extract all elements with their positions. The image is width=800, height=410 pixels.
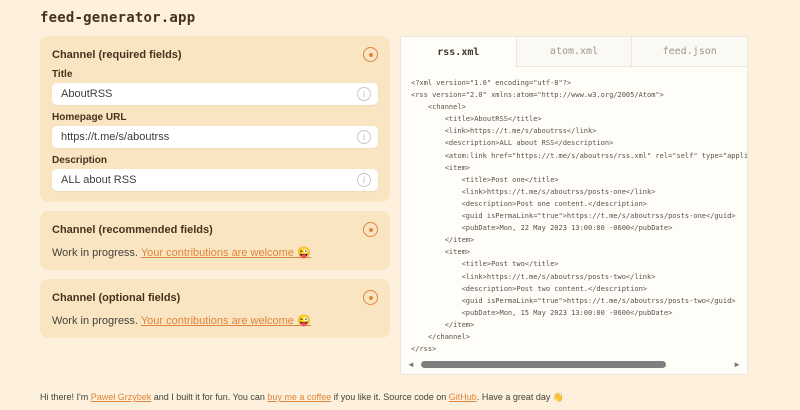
app-title: feed-generator.app bbox=[40, 10, 195, 26]
contributions-link[interactable]: Your contributions are welcome 😜 bbox=[141, 247, 311, 259]
scroll-left-icon[interactable]: ◄ bbox=[407, 361, 415, 369]
toggle-dot bbox=[369, 296, 373, 300]
wip-text: Work in progress. bbox=[52, 315, 138, 327]
field-title: Title i bbox=[52, 69, 378, 105]
footer-text: and I built it for fun. You can bbox=[151, 392, 267, 402]
input-wrap: i bbox=[52, 83, 378, 105]
field-label: Homepage URL bbox=[52, 112, 378, 123]
tab-feed-json[interactable]: feed.json bbox=[631, 37, 747, 67]
tab-atom-xml[interactable]: atom.xml bbox=[516, 37, 632, 67]
collapse-toggle-icon[interactable] bbox=[363, 222, 378, 237]
input-wrap: i bbox=[52, 126, 378, 148]
field-label: Title bbox=[52, 69, 378, 80]
github-link[interactable]: GitHub bbox=[449, 392, 477, 402]
description-input[interactable] bbox=[52, 169, 378, 191]
info-icon[interactable]: i bbox=[357, 130, 371, 144]
section-header: Channel (recommended fields) bbox=[52, 222, 378, 237]
info-icon[interactable]: i bbox=[357, 87, 371, 101]
wip-message: Work in progress. Your contributions are… bbox=[52, 246, 378, 259]
footer-text: Hi there! I'm bbox=[40, 392, 91, 402]
wip-text: Work in progress. bbox=[52, 247, 138, 259]
toggle-dot bbox=[369, 228, 373, 232]
rss-xml-code: <?xml version="1.0" encoding="utf-8"?> <… bbox=[411, 77, 747, 355]
code-viewer: <?xml version="1.0" encoding="utf-8"?> <… bbox=[401, 67, 747, 360]
section-channel-required: Channel (required fields) Title i Homepa… bbox=[40, 36, 390, 202]
section-header: Channel (optional fields) bbox=[52, 290, 378, 305]
contributions-link[interactable]: Your contributions are welcome 😜 bbox=[141, 315, 311, 327]
scrollbar-thumb[interactable] bbox=[421, 361, 666, 368]
form-column: Channel (required fields) Title i Homepa… bbox=[40, 36, 390, 338]
footer-text: if you like it. Source code on bbox=[331, 392, 449, 402]
homepage-url-input[interactable] bbox=[52, 126, 378, 148]
scroll-right-icon[interactable]: ► bbox=[733, 361, 741, 369]
buy-coffee-link[interactable]: buy me a coffee bbox=[267, 392, 331, 402]
toggle-dot bbox=[369, 53, 373, 57]
field-homepage-url: Homepage URL i bbox=[52, 112, 378, 148]
horizontal-scrollbar[interactable]: ◄ ► bbox=[401, 360, 747, 374]
section-channel-recommended: Channel (recommended fields) Work in pro… bbox=[40, 211, 390, 270]
output-tabs: rss.xml atom.xml feed.json bbox=[401, 37, 747, 67]
info-icon[interactable]: i bbox=[357, 173, 371, 187]
field-description: Description i bbox=[52, 155, 378, 191]
footer-text: . Have a great day 👋 bbox=[477, 392, 564, 402]
page-footer: Hi there! I'm Paweł Grzybek and I built … bbox=[40, 392, 564, 403]
tab-rss-xml[interactable]: rss.xml bbox=[401, 37, 516, 67]
section-channel-optional: Channel (optional fields) Work in progre… bbox=[40, 279, 390, 338]
author-link[interactable]: Paweł Grzybek bbox=[91, 392, 152, 402]
field-label: Description bbox=[52, 155, 378, 166]
output-panel: rss.xml atom.xml feed.json <?xml version… bbox=[400, 36, 748, 375]
input-wrap: i bbox=[52, 169, 378, 191]
section-title: Channel (required fields) bbox=[52, 49, 182, 61]
main-content: Channel (required fields) Title i Homepa… bbox=[0, 36, 800, 375]
collapse-toggle-icon[interactable] bbox=[363, 47, 378, 62]
section-title: Channel (optional fields) bbox=[52, 292, 180, 304]
scrollbar-track[interactable] bbox=[419, 361, 729, 369]
title-input[interactable] bbox=[52, 83, 378, 105]
page-header: feed-generator.app bbox=[0, 0, 800, 36]
section-header: Channel (required fields) bbox=[52, 47, 378, 62]
wip-message: Work in progress. Your contributions are… bbox=[52, 314, 378, 327]
collapse-toggle-icon[interactable] bbox=[363, 290, 378, 305]
section-title: Channel (recommended fields) bbox=[52, 224, 213, 236]
